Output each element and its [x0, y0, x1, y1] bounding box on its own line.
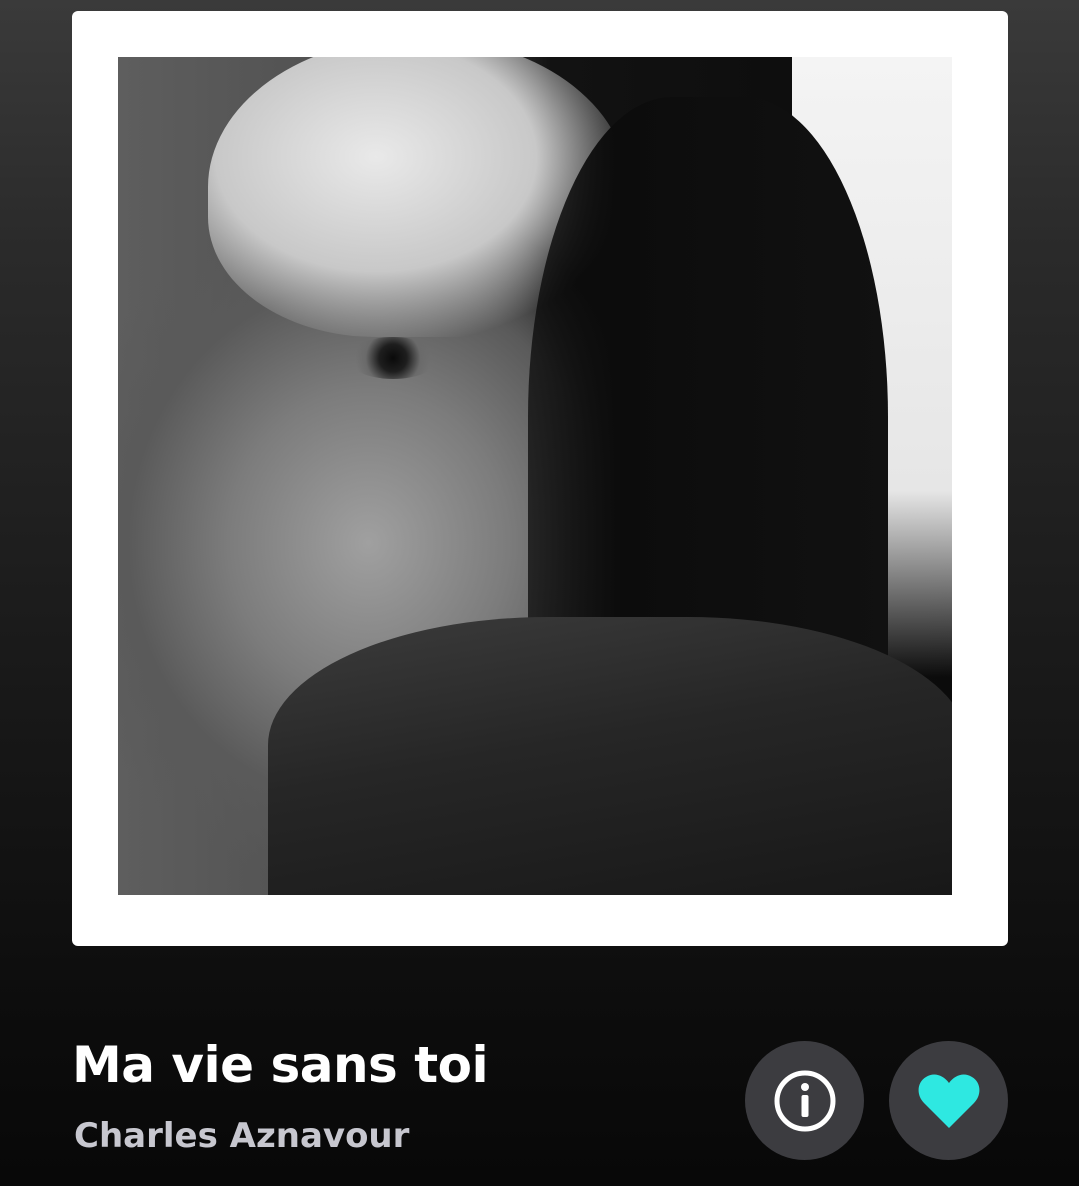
info-button[interactable]	[745, 1041, 864, 1160]
info-icon	[774, 1070, 835, 1131]
album-cover-image	[118, 57, 952, 895]
artist-name[interactable]: Charles Aznavour	[74, 1116, 409, 1156]
album-artwork	[72, 11, 1008, 946]
favorite-button[interactable]	[889, 1041, 1008, 1160]
heart-icon	[918, 1074, 979, 1128]
track-title: Ma vie sans toi	[72, 1036, 489, 1094]
photo-scarf	[268, 617, 952, 895]
photo-eye	[348, 337, 438, 379]
